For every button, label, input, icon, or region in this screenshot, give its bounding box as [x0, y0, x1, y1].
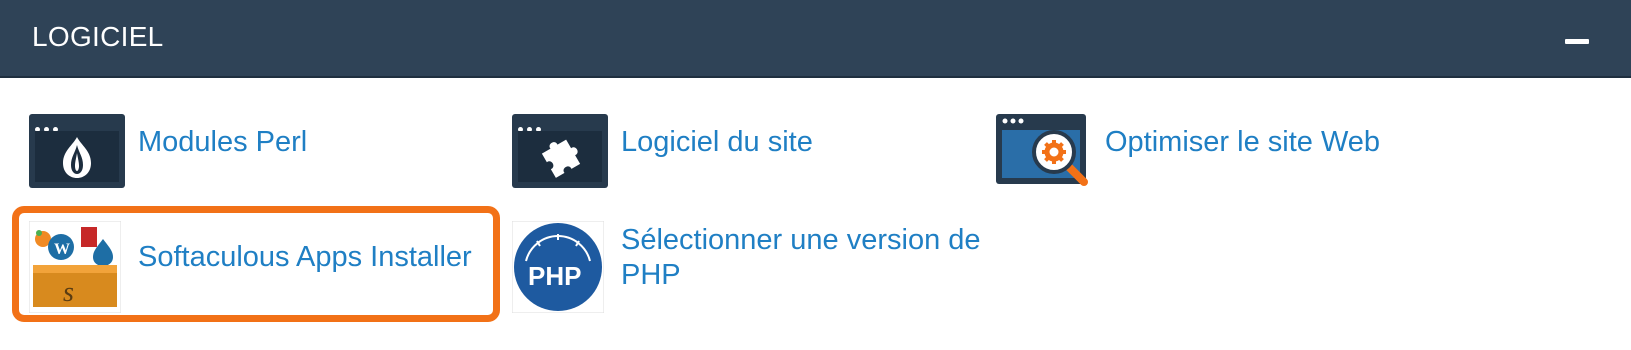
item-optimize-website[interactable]: Optimiser le site Web [996, 114, 1456, 188]
software-panel: LOGICIEL Modules Perl Logiciel du site O… [0, 0, 1631, 350]
puzzle-icon [512, 114, 608, 188]
perl-onion-icon [29, 114, 125, 188]
panel-header[interactable]: LOGICIEL [0, 0, 1631, 78]
item-site-software[interactable]: Logiciel du site [512, 114, 972, 188]
php-icon: PHP [511, 220, 605, 314]
item-label: Modules Perl [138, 126, 308, 158]
item-label: Logiciel du site [621, 126, 813, 158]
svg-text:PHP: PHP [528, 261, 581, 291]
item-perl-modules[interactable]: Modules Perl [29, 114, 489, 188]
highlight-box [12, 206, 500, 322]
minus-icon [1565, 39, 1589, 44]
collapse-button[interactable] [1557, 28, 1597, 56]
item-label: Optimiser le site Web [1105, 126, 1381, 158]
optimize-magnifier-icon [996, 114, 1092, 188]
panel-title: LOGICIEL [32, 21, 164, 52]
item-label: Sélectionner une version de PHP [621, 224, 981, 291]
item-select-php-version[interactable]: PHP Sélectionner une version de PHP [511, 220, 982, 314]
